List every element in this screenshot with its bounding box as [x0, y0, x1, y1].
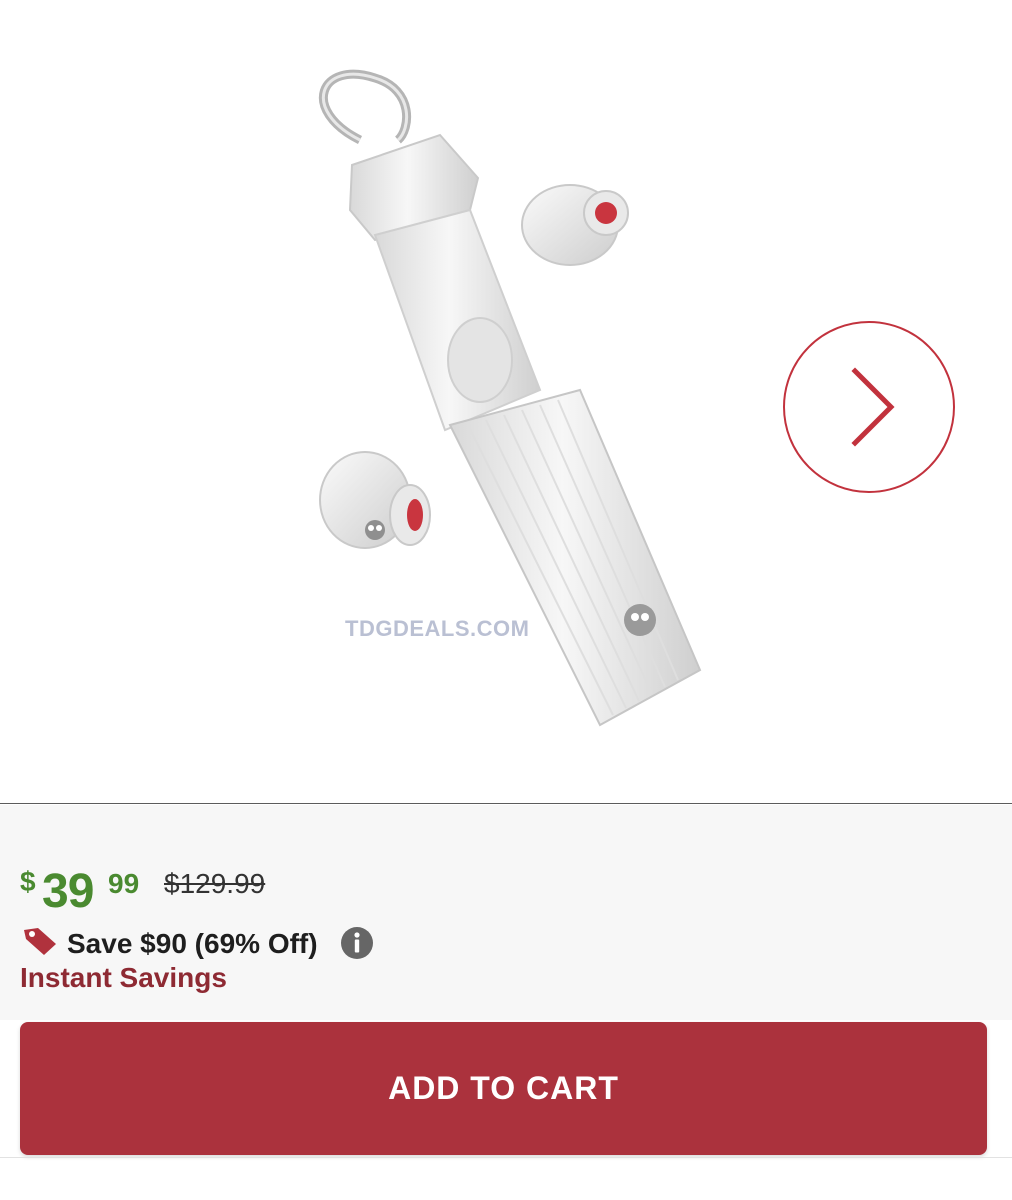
savings-text: Save $90 (69% Off) — [67, 928, 318, 959]
price-tag-icon — [24, 928, 56, 955]
price-cents: 99 — [108, 868, 140, 899]
price-row: $ 39 99 $129.99 — [20, 862, 620, 922]
product-page: TDGDEALS.COM $ 39 99 $129.99 Save $90 (6… — [0, 0, 1012, 1200]
original-price: $129.99 — [164, 868, 266, 899]
next-image-button[interactable] — [783, 321, 955, 493]
add-to-cart-button[interactable]: ADD TO CART — [20, 1022, 987, 1155]
instant-savings-label: Instant Savings — [20, 962, 227, 993]
product-image-carousel[interactable]: TDGDEALS.COM — [0, 0, 1012, 804]
divider — [0, 1157, 1012, 1158]
savings-row: Save $90 (69% Off) — [20, 924, 620, 964]
watermark-text: TDGDEALS.COM — [345, 616, 530, 641]
price-whole: 39 — [42, 865, 94, 918]
chevron-right-icon — [851, 367, 895, 447]
price-currency: $ — [20, 866, 36, 897]
info-icon[interactable] — [340, 926, 374, 960]
